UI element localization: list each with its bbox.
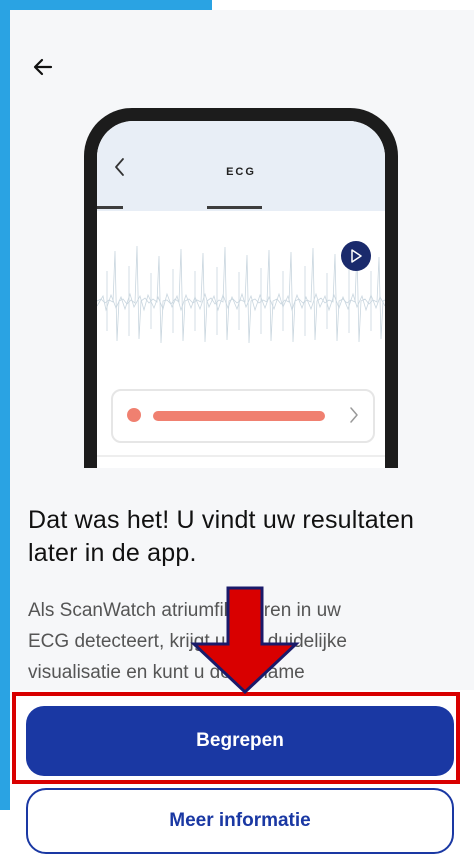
- understood-button[interactable]: Begrepen: [26, 706, 454, 776]
- ecg-result-row: [111, 389, 375, 443]
- page: ECG Dat was het! U vindt uw resultaten l…: [0, 0, 474, 858]
- arrow-left-icon: [33, 58, 53, 76]
- chevron-right-icon: [350, 407, 358, 423]
- phone-header: ECG: [97, 121, 385, 211]
- description-line-1: Als ScanWatch atriumfibrilleren in uw: [28, 600, 341, 621]
- frame-accent-left: [0, 0, 10, 810]
- page-title: Dat was het! U vindt uw resultaten later…: [28, 506, 415, 567]
- description-line-2: ECG detecteert, krijgt u een duidelijke: [28, 631, 347, 652]
- phone-illustration: ECG: [84, 108, 398, 468]
- phone-screen: ECG: [97, 121, 385, 468]
- phone-divider: [97, 455, 385, 457]
- frame-accent-top: [0, 0, 212, 10]
- description-line-3: visualisatie en kunt u de opname: [28, 662, 305, 683]
- back-button[interactable]: [28, 52, 58, 82]
- phone-tab-indicator: [207, 206, 262, 209]
- phone-screen-title: ECG: [226, 166, 256, 178]
- ecg-waveform: [97, 245, 385, 344]
- play-icon: [351, 249, 362, 263]
- result-bar: [153, 411, 325, 421]
- play-button: [341, 241, 371, 271]
- description-text: Als ScanWatch atriumfibrilleren in uw EC…: [28, 595, 448, 688]
- result-dot: [127, 408, 141, 422]
- phone-tab-indicator-left: [97, 206, 123, 209]
- more-info-button[interactable]: Meer informatie: [26, 788, 454, 854]
